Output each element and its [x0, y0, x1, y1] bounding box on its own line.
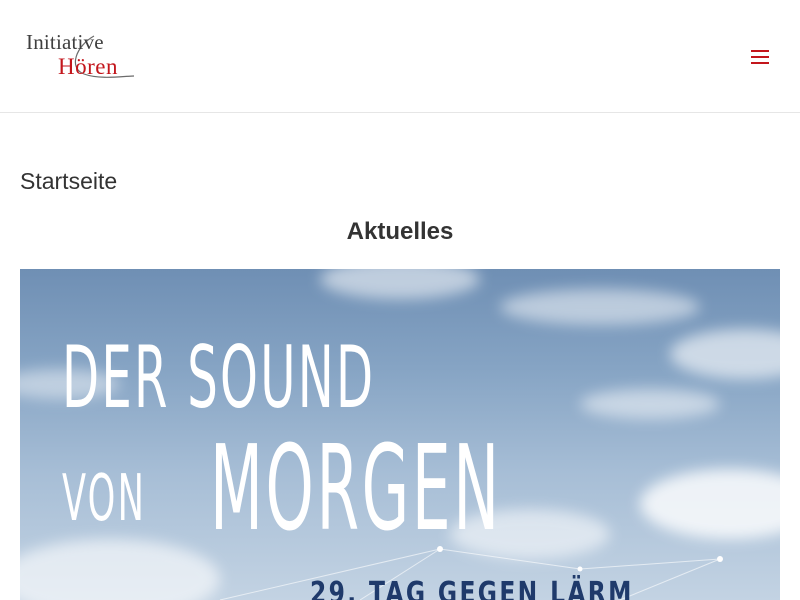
logo-text-hoeren: Hören: [58, 54, 118, 79]
featured-banner-image[interactable]: DER SOUND VON MORGEN 29. TAG GEGEN LÄRM: [20, 269, 780, 600]
banner-subline: 29. TAG GEGEN LÄRM: [310, 576, 634, 600]
site-logo[interactable]: Initiative Hören: [24, 30, 144, 84]
logo-text-initiative: Initiative: [26, 30, 104, 54]
site-header: Initiative Hören: [0, 0, 800, 113]
main-menu-toggle-button[interactable]: [746, 45, 774, 69]
section-title: Aktuelles: [346, 218, 454, 245]
banner-headline-morgen: MORGEN: [210, 419, 502, 557]
banner-headline-von: VON: [62, 462, 147, 536]
banner-headline-line1: DER SOUND: [62, 328, 376, 428]
hamburger-menu-icon: [751, 50, 769, 64]
breadcrumb: Startseite: [20, 168, 118, 194]
